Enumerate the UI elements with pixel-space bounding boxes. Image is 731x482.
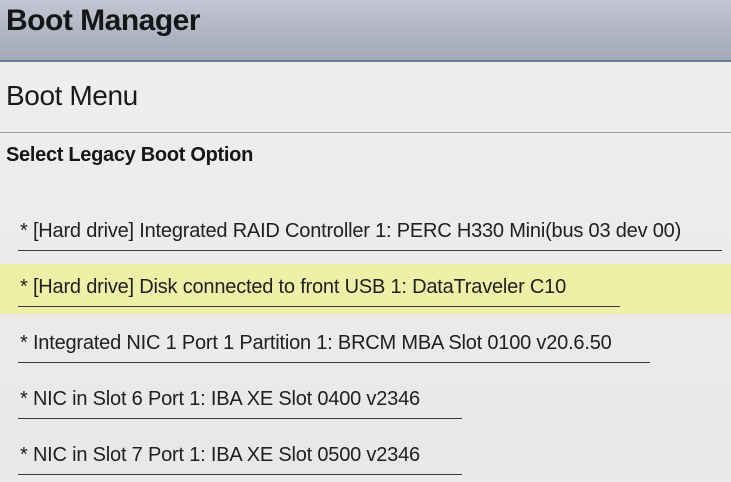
boot-option-label: * [Hard drive] Disk connected to front U…: [20, 276, 566, 298]
section-title: Select Legacy Boot Option: [6, 144, 253, 166]
option-underline: [18, 362, 650, 363]
boot-option-usb-disk[interactable]: * [Hard drive] Disk connected to front U…: [0, 264, 731, 314]
page-title: Boot Manager: [6, 4, 201, 37]
divider: [0, 132, 731, 133]
option-underline: [18, 418, 462, 419]
boot-option-integrated-nic[interactable]: * Integrated NIC 1 Port 1 Partition 1: B…: [0, 320, 731, 370]
boot-option-label: * [Hard drive] Integrated RAID Controlle…: [20, 220, 682, 242]
boot-menu-panel: Boot Menu Select Legacy Boot Option * [H…: [0, 62, 731, 475]
option-underline: [18, 250, 722, 251]
boot-option-raid-controller[interactable]: * [Hard drive] Integrated RAID Controlle…: [0, 208, 731, 258]
option-underline: [18, 306, 620, 307]
boot-option-label: * Integrated NIC 1 Port 1 Partition 1: B…: [20, 332, 612, 354]
boot-option-nic-slot-6[interactable]: * NIC in Slot 6 Port 1: IBA XE Slot 0400…: [0, 376, 731, 426]
menu-title: Boot Menu: [6, 80, 138, 111]
boot-option-label: * NIC in Slot 7 Port 1: IBA XE Slot 0500…: [20, 444, 420, 466]
title-bar: Boot Manager: [0, 0, 731, 62]
boot-option-label: * NIC in Slot 6 Port 1: IBA XE Slot 0400…: [20, 388, 420, 410]
